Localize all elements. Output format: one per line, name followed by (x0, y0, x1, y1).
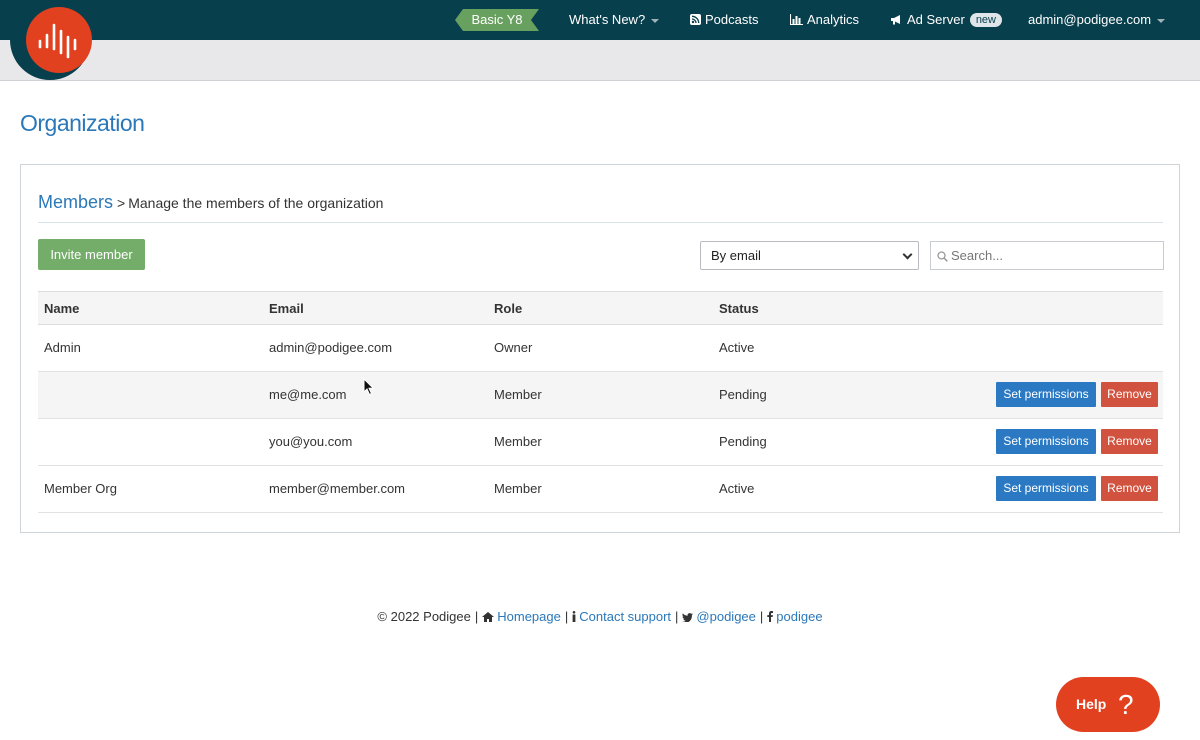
home-icon (482, 610, 495, 625)
member-email: admin@podigee.com (269, 340, 393, 355)
question-mark-icon: ? (1118, 689, 1134, 720)
member-role: Owner (494, 340, 533, 355)
member-email: me@me.com (269, 387, 347, 402)
breadcrumb-separator: > (117, 195, 126, 211)
member-email: you@you.com (269, 434, 353, 449)
nav-podcasts[interactable]: Podcasts (690, 0, 758, 40)
nav-podcasts-label: Podcasts (705, 12, 759, 27)
chevron-down-icon (651, 18, 660, 23)
column-header-email[interactable]: Email (269, 292, 304, 325)
new-badge: new (969, 13, 1002, 27)
facebook-icon (767, 610, 774, 625)
chevron-down-icon (902, 249, 913, 260)
member-status: Pending (719, 387, 767, 402)
mouse-cursor-icon (363, 377, 375, 396)
table-row: me@me.com Member Pending Set permissions… (38, 372, 1163, 419)
nav-whats-new-label: What's New? (569, 12, 646, 27)
nav-analytics[interactable]: Analytics (789, 0, 860, 41)
search-filter-select[interactable]: By email (700, 241, 919, 270)
search-filter-value: By email (711, 248, 761, 263)
remove-member-button[interactable]: Remove (1101, 476, 1158, 501)
member-status: Pending (719, 434, 767, 449)
table-row: you@you.com Member Pending Set permissio… (38, 419, 1163, 466)
footer-twitter-link[interactable]: @podigee (696, 609, 755, 624)
search-icon (937, 249, 948, 262)
member-role: Member (494, 387, 542, 402)
page-title: Organization (20, 110, 145, 136)
plan-badge[interactable]: Basic Y8 (455, 9, 539, 31)
member-role: Member (494, 481, 542, 496)
rss-icon (690, 1, 701, 41)
column-header-role[interactable]: Role (494, 292, 522, 325)
member-email: member@member.com (269, 481, 406, 496)
set-permissions-button[interactable]: Set permissions (996, 429, 1096, 454)
member-status: Active (719, 340, 755, 355)
member-status: Active (719, 481, 755, 496)
column-header-name[interactable]: Name (44, 292, 79, 325)
account-email: admin@podigee.com (1028, 12, 1152, 27)
footer-homepage-link[interactable]: Homepage (497, 609, 561, 624)
member-name: Member Org (44, 481, 117, 496)
set-permissions-button[interactable]: Set permissions (996, 476, 1096, 501)
sub-navbar (0, 40, 1200, 81)
member-role: Member (494, 434, 542, 449)
podigee-logo-icon[interactable] (10, 0, 92, 80)
table-header: Name Email Role Status (38, 291, 1163, 325)
members-table: Name Email Role Status Admin admin@podig… (38, 291, 1163, 513)
nav-ad-server[interactable]: Ad Server new (890, 0, 1002, 40)
help-label: Help (1076, 696, 1107, 712)
nav-whats-new[interactable]: What's New? (569, 0, 660, 40)
twitter-icon (682, 610, 694, 625)
member-name: Admin (44, 340, 81, 355)
set-permissions-button[interactable]: Set permissions (996, 382, 1096, 407)
footer-copyright: © 2022 Podigee (377, 609, 471, 624)
panel-description: Manage the members of the organization (128, 195, 384, 211)
column-header-status[interactable]: Status (719, 292, 759, 325)
remove-member-button[interactable]: Remove (1101, 429, 1158, 454)
nav-account-menu[interactable]: admin@podigee.com (1028, 0, 1166, 40)
members-panel: Members > Manage the members of the organi… (20, 164, 1180, 533)
bar-chart-icon (789, 1, 803, 41)
help-button[interactable]: Help ? (1056, 677, 1160, 732)
megaphone-icon (890, 1, 903, 41)
footer-facebook-link[interactable]: podigee (776, 609, 822, 624)
nav-analytics-label: Analytics (807, 12, 860, 27)
nav-ad-server-label: Ad Server (907, 12, 965, 27)
search-input[interactable] (951, 242, 1159, 269)
table-row: Admin admin@podigee.com Owner Active (38, 325, 1163, 372)
search-field[interactable] (930, 241, 1164, 270)
chevron-down-icon (1157, 18, 1166, 23)
breadcrumb: Members > Manage the members of the organi… (38, 192, 1163, 223)
breadcrumb-members-link[interactable]: Members (38, 192, 113, 212)
page-footer: © 2022 Podigee | Homepage | Contact support |… (377, 609, 823, 625)
invite-member-button[interactable]: Invite member (38, 239, 145, 270)
remove-member-button[interactable]: Remove (1101, 382, 1158, 407)
footer-contact-link[interactable]: Contact support (579, 609, 671, 624)
info-icon (572, 610, 576, 625)
table-row: Member Org member@member.com Member Acti… (38, 466, 1163, 513)
